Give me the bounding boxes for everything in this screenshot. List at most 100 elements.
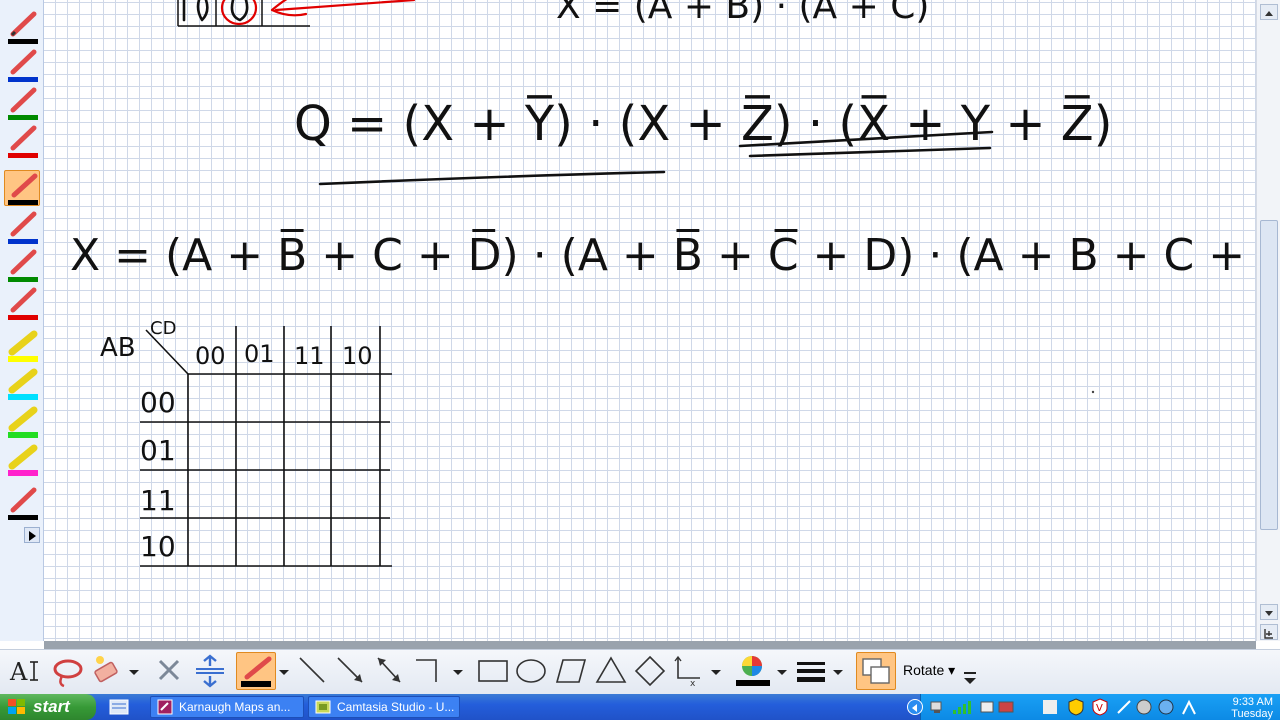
pen-blue-icon[interactable] <box>4 46 40 82</box>
pen-dropdown-icon[interactable] <box>276 652 292 690</box>
shape-dropdown-icon[interactable] <box>708 652 724 690</box>
highlighter-cyan-icon[interactable] <box>4 366 40 402</box>
kmap-row-var: AB <box>100 333 136 363</box>
task-karnaugh-label: Karnaugh Maps an... <box>179 700 291 714</box>
tray-antivirus-icon[interactable]: V <box>1091 698 1109 716</box>
connector-tool-icon[interactable] <box>412 652 442 690</box>
quick-launch-icon[interactable] <box>108 698 130 716</box>
double-arrow-tool-icon[interactable] <box>372 652 406 690</box>
kmap-col-header-11: 11 <box>294 342 325 370</box>
tray-app-icon[interactable] <box>1041 698 1059 716</box>
fragment-digits <box>182 0 209 22</box>
line-dropdown-icon[interactable] <box>450 652 466 690</box>
whiteboard-canvas[interactable]: X = (A + B) · (A + C) Q = (X + Y̅) · (X … <box>44 0 1256 641</box>
kmap-col-header-01: 01 <box>244 340 275 368</box>
scroll-down-icon[interactable] <box>1260 604 1278 620</box>
clock-day: Tuesday <box>1231 708 1273 720</box>
tray-network-icon[interactable] <box>929 699 945 715</box>
ellipse-tool-icon[interactable] <box>514 652 548 690</box>
kmap-row-header-10: 10 <box>140 530 176 563</box>
page-add-icon[interactable] <box>1260 624 1278 640</box>
pen-black-3-icon[interactable] <box>4 484 40 520</box>
ink-layer: X = (A + B) · (A + C) Q = (X + Y̅) · (X … <box>70 0 1256 567</box>
red-arrow-annotation <box>270 0 416 17</box>
task-camtasia-label: Camtasia Studio - U... <box>337 700 455 714</box>
lasso-tool-icon[interactable] <box>48 652 88 690</box>
task-camtasia-studio[interactable]: Camtasia Studio - U... <box>308 696 460 718</box>
tray-devices-icon[interactable] <box>979 699 1019 715</box>
tray-collapse-icon[interactable] <box>907 699 923 715</box>
kmap-col-header-10: 10 <box>342 342 373 370</box>
clock-time: 9:33 AM <box>1232 696 1273 708</box>
rotate-label: Rotate <box>903 662 945 678</box>
line-width-icon[interactable] <box>794 652 828 690</box>
highlighter-green-icon[interactable] <box>4 404 40 440</box>
line-tool-icon[interactable] <box>296 652 328 690</box>
svg-text:V: V <box>1096 703 1103 714</box>
kmap-col-header-00: 00 <box>195 342 226 370</box>
eraser-tool-icon[interactable] <box>90 652 122 690</box>
pen-black-icon[interactable] <box>4 8 40 44</box>
scrollbar-thumb[interactable] <box>1260 220 1278 530</box>
clock[interactable]: 9:33 AM Tuesday <box>1231 696 1273 720</box>
eraser-dropdown-icon[interactable] <box>124 652 144 690</box>
insert-space-icon[interactable] <box>190 652 230 690</box>
windows-logo-icon <box>8 699 26 715</box>
text-tool-icon[interactable]: A <box>6 652 48 690</box>
toolbar-options-icon[interactable] <box>960 652 980 690</box>
tray-signal-icon[interactable] <box>951 699 973 715</box>
select-objects-icon[interactable] <box>856 652 896 690</box>
journal-app-icon <box>157 699 173 715</box>
pen-red-2-icon[interactable] <box>4 284 40 320</box>
karnaugh-map: AB CD 00 01 11 10 00 01 11 10 <box>100 318 392 567</box>
line-width-dropdown-icon[interactable] <box>830 652 846 690</box>
color-dropdown-icon[interactable] <box>774 652 790 690</box>
tray-globe-icon[interactable] <box>1157 698 1175 716</box>
stray-dot <box>1091 390 1095 394</box>
arrow-tool-icon[interactable] <box>334 652 368 690</box>
kmap-row-header-11: 11 <box>140 484 176 517</box>
pen-red-icon[interactable] <box>4 122 40 158</box>
pen-blue-2-icon[interactable] <box>4 208 40 244</box>
kmap-row-header-01: 01 <box>140 434 176 467</box>
delete-tool-icon[interactable] <box>152 652 186 690</box>
vertical-scrollbar[interactable] <box>1256 0 1280 641</box>
top-fragment-equation: X = (A + B) · (A + C) <box>556 0 929 27</box>
pen-black-selected-icon[interactable] <box>4 170 40 206</box>
tray-stylus-icon[interactable] <box>1179 698 1199 716</box>
top-truth-table-fragment <box>177 0 416 27</box>
svg-text:A: A <box>9 658 28 686</box>
taskbar: start Karnaugh Maps an... Camtasia Studi… <box>0 694 1280 720</box>
tray-shield-icon[interactable] <box>1067 698 1085 716</box>
pen-palette <box>0 0 44 641</box>
pen-green-icon[interactable] <box>4 84 40 120</box>
triangle-tool-icon[interactable] <box>594 652 628 690</box>
color-picker-icon[interactable] <box>734 652 774 690</box>
tray-pen-icon[interactable] <box>1115 698 1133 716</box>
start-button[interactable]: start <box>0 694 96 720</box>
drawing-toolbar: A x Rotate ▾ <box>0 649 1280 694</box>
x-equation-text: X = (A + B̅ + C + D̅) · (A + B̅ + C̅ + D… <box>70 227 1256 281</box>
camtasia-app-icon <box>315 699 331 715</box>
kmap-row-header-00: 00 <box>140 386 176 419</box>
highlighter-yellow-icon[interactable] <box>4 328 40 364</box>
parallelogram-tool-icon[interactable] <box>554 652 588 690</box>
scroll-up-icon[interactable] <box>1260 4 1278 20</box>
task-karnaugh-maps[interactable]: Karnaugh Maps an... <box>150 696 304 718</box>
diamond-tool-icon[interactable] <box>632 652 668 690</box>
rotate-button[interactable]: Rotate ▾ <box>903 662 955 679</box>
q-equation: Q = (X + Y̅) · (X + Z̅) · (X̅ + Y + Z̅) <box>294 94 1112 186</box>
pen-green-2-icon[interactable] <box>4 246 40 282</box>
tray-tool-icon[interactable] <box>1135 698 1153 716</box>
q-underline <box>318 170 666 186</box>
rectangle-tool-icon[interactable] <box>476 652 510 690</box>
pen-tool-icon[interactable] <box>236 652 276 690</box>
expand-palette-icon[interactable] <box>24 527 40 543</box>
system-tray: V 9:33 AM Tuesday <box>907 694 1280 720</box>
highlighter-magenta-icon[interactable] <box>4 442 40 478</box>
svg-text:x: x <box>690 679 696 689</box>
axis-tool-icon[interactable]: x <box>672 652 706 690</box>
canvas-bottom-border <box>44 641 1256 649</box>
kmap-col-var: CD <box>150 318 176 339</box>
start-label: start <box>33 697 70 716</box>
